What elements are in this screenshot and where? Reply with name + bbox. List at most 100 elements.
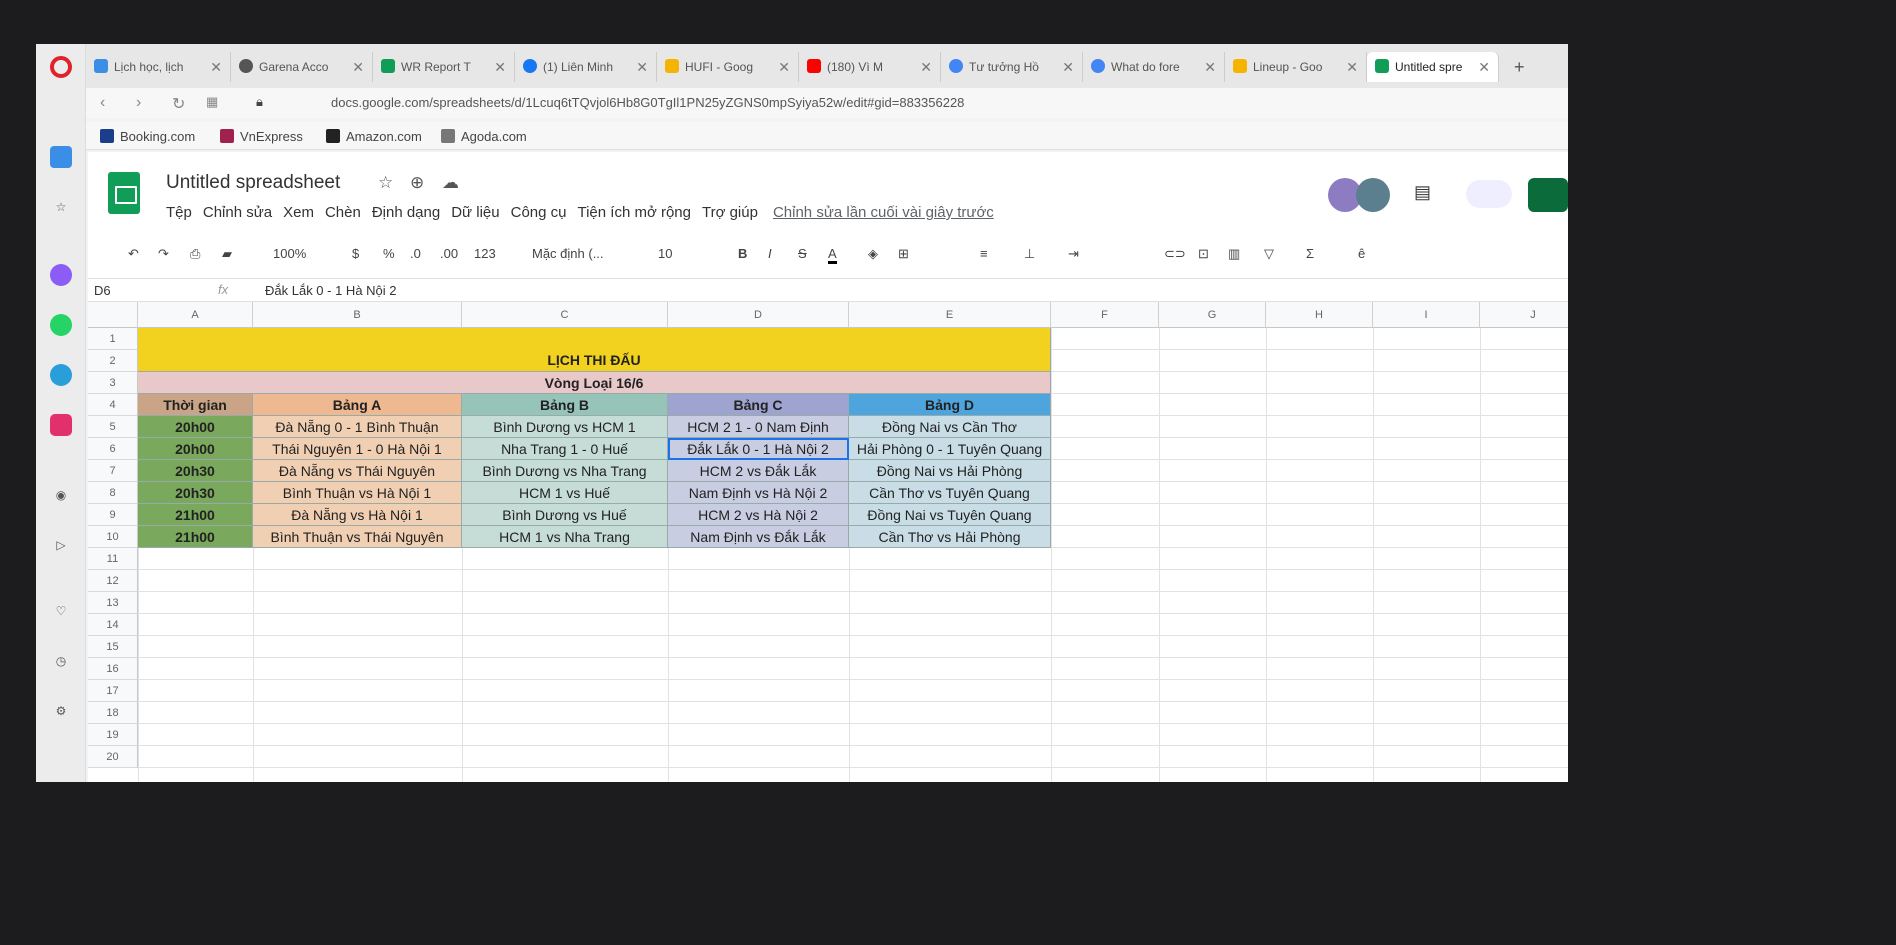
new-tab-button[interactable]: +	[1506, 52, 1536, 82]
match-cell[interactable]: Thái Nguyên 1 - 0 Hà Nội 1	[253, 438, 462, 460]
filter-icon[interactable]: ▽	[1264, 246, 1274, 262]
text-color-button[interactable]: A	[828, 246, 837, 264]
match-time-cell[interactable]: 20h00	[138, 416, 253, 438]
group-header[interactable]: Bảng A	[253, 394, 462, 416]
match-cell[interactable]: HCM 1 vs Nha Trang	[462, 526, 668, 548]
print-icon[interactable]: ⎙	[190, 246, 200, 262]
match-time-cell[interactable]: 21h00	[138, 526, 253, 548]
sheet-title-band[interactable]: LỊCH THI ĐẤU	[138, 328, 1051, 372]
player-icon[interactable]: ◉	[50, 484, 72, 506]
tab[interactable]: (180) Vì M ✕	[799, 52, 941, 82]
menu-format[interactable]: Định dạng	[372, 204, 440, 221]
match-cell[interactable]: Cần Thơ vs Hải Phòng	[849, 526, 1051, 548]
tab[interactable]: Garena Acco ✕	[231, 52, 373, 82]
instagram-icon[interactable]	[50, 414, 72, 436]
tab[interactable]: (1) Liên Minh ✕	[515, 52, 657, 82]
bookmark[interactable]: Amazon.com	[326, 129, 422, 144]
match-cell[interactable]: Đồng Nai vs Cần Thơ	[849, 416, 1051, 438]
borders-icon[interactable]: ⊞	[898, 246, 909, 262]
row-header[interactable]: 6	[88, 438, 138, 460]
move-icon[interactable]: ⊕	[410, 173, 424, 193]
match-cell[interactable]: Đà Nẵng vs Hà Nội 1	[253, 504, 462, 526]
whatsapp-icon[interactable]	[50, 314, 72, 336]
match-cell[interactable]: HCM 2 vs Hà Nội 2	[668, 504, 849, 526]
tab-close-icon[interactable]: ✕	[494, 52, 506, 82]
column-header[interactable]: C	[462, 302, 668, 328]
tab-close-icon[interactable]: ✕	[1346, 52, 1358, 82]
redo-icon[interactable]: ↷	[158, 246, 169, 262]
match-cell[interactable]: Đà Nẵng 0 - 1 Bình Thuận	[253, 416, 462, 438]
match-cell[interactable]: Bình Dương vs Huế	[462, 504, 668, 526]
match-cell[interactable]: Đà Nẵng vs Thái Nguyên	[253, 460, 462, 482]
font-size-select[interactable]: 10	[658, 246, 672, 261]
bookmark[interactable]: Booking.com	[100, 129, 195, 144]
match-time-cell[interactable]: 20h30	[138, 460, 253, 482]
row-header[interactable]: 19	[88, 724, 138, 746]
row-header[interactable]: 12	[88, 570, 138, 592]
undo-icon[interactable]: ↶	[128, 246, 139, 262]
match-time-cell[interactable]: 20h00	[138, 438, 253, 460]
match-cell[interactable]: Bình Dương vs Nha Trang	[462, 460, 668, 482]
bold-button[interactable]: B	[738, 246, 747, 261]
tab-close-icon[interactable]: ✕	[210, 52, 222, 82]
row-header[interactable]: 18	[88, 702, 138, 724]
menu-help[interactable]: Trợ giúp	[702, 204, 758, 221]
tab[interactable]: HUFI - Goog ✕	[657, 52, 799, 82]
valign-icon[interactable]: ⊥	[1024, 246, 1035, 262]
row-header[interactable]: 1	[88, 328, 138, 350]
forward-icon[interactable]: ›	[136, 94, 141, 112]
formula-input[interactable]: Đắk Lắk 0 - 1 Hà Nội 2	[265, 283, 397, 298]
input-tools-icon[interactable]: ê	[1358, 246, 1365, 261]
tab-close-icon[interactable]: ✕	[778, 52, 790, 82]
match-time-cell[interactable]: 21h00	[138, 504, 253, 526]
align-icon[interactable]: ≡	[980, 246, 988, 261]
meet-button[interactable]	[1466, 180, 1512, 208]
match-cell[interactable]: Bình Thuận vs Hà Nội 1	[253, 482, 462, 504]
tab-active[interactable]: Untitled spre ✕	[1367, 52, 1499, 82]
last-edit-link[interactable]: Chỉnh sửa lần cuối vài giây trước	[773, 204, 994, 221]
tab-close-icon[interactable]: ✕	[1478, 52, 1490, 82]
match-cell[interactable]: Đồng Nai vs Tuyên Quang	[849, 504, 1051, 526]
opera-logo-icon[interactable]	[50, 56, 72, 78]
row-header[interactable]: 7	[88, 460, 138, 482]
name-box[interactable]: D6	[94, 283, 111, 298]
match-cell[interactable]: HCM 1 vs Huế	[462, 482, 668, 504]
tab-close-icon[interactable]: ✕	[1062, 52, 1074, 82]
row-header[interactable]: 11	[88, 548, 138, 570]
sheets-logo-icon[interactable]	[108, 172, 140, 214]
tabs-grid-icon[interactable]: ▦	[206, 94, 218, 110]
telegram-icon[interactable]	[50, 364, 72, 386]
heart-icon[interactable]: ♡	[50, 600, 72, 622]
italic-button[interactable]: I	[768, 246, 772, 261]
functions-icon[interactable]: Σ	[1306, 246, 1314, 261]
messenger-icon[interactable]	[50, 264, 72, 286]
menu-extensions[interactable]: Tiện ích mở rộng	[577, 204, 691, 221]
menu-tools[interactable]: Công cụ	[511, 204, 567, 221]
group-header[interactable]: Bảng B	[462, 394, 668, 416]
star-icon[interactable]: ☆	[378, 173, 393, 193]
back-icon[interactable]: ‹	[100, 94, 105, 112]
comment-add-icon[interactable]: ⊡	[1198, 246, 1209, 262]
home-icon[interactable]	[50, 146, 72, 168]
send-icon[interactable]: ▷	[50, 534, 72, 556]
match-cell[interactable]: Cần Thơ vs Tuyên Quang	[849, 482, 1051, 504]
decrease-decimal-button[interactable]: .0	[410, 246, 421, 261]
bookmark[interactable]: VnExpress	[220, 129, 303, 144]
comment-icon[interactable]: ▤	[1414, 182, 1431, 203]
star-icon[interactable]: ☆	[50, 196, 72, 218]
row-header[interactable]: 14	[88, 614, 138, 636]
fill-color-icon[interactable]: ◈	[868, 246, 878, 262]
column-header[interactable]: A	[138, 302, 253, 328]
row-header[interactable]: 20	[88, 746, 138, 768]
match-cell[interactable]: Bình Thuận vs Thái Nguyên	[253, 526, 462, 548]
match-cell[interactable]: HCM 2 1 - 0 Nam Định	[668, 416, 849, 438]
tab[interactable]: What do fore ✕	[1083, 52, 1225, 82]
row-header[interactable]: 4	[88, 394, 138, 416]
match-cell[interactable]: Hải Phòng 0 - 1 Tuyên Quang	[849, 438, 1051, 460]
paint-format-icon[interactable]: ▰	[222, 246, 232, 262]
history-icon[interactable]: ◷	[50, 650, 72, 672]
match-cell[interactable]: HCM 2 vs Đắk Lắk	[668, 460, 849, 482]
avatar[interactable]	[1356, 178, 1390, 212]
tab[interactable]: Lineup - Goo ✕	[1225, 52, 1367, 82]
more-formats-select[interactable]: 123	[474, 246, 496, 261]
